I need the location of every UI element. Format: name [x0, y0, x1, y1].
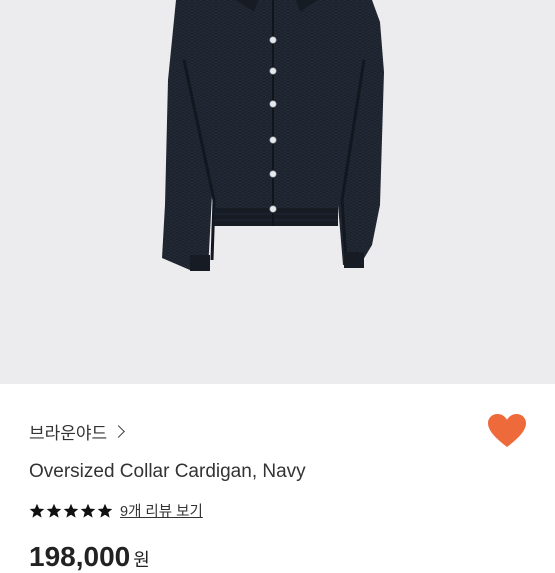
- brand-name: 브라운야드: [29, 424, 108, 443]
- star-icon: [63, 503, 79, 518]
- star-icon: [80, 503, 96, 518]
- star-icon: [97, 503, 113, 518]
- chevron-right-icon: [112, 425, 126, 438]
- star-rating: [29, 503, 113, 519]
- price: 198,000 원: [29, 541, 150, 573]
- product-image[interactable]: [0, 0, 555, 384]
- brand-link[interactable]: 브라운야드: [29, 419, 126, 444]
- star-icon: [29, 503, 45, 518]
- product-title: Oversized Collar Cardigan, Navy: [29, 461, 306, 482]
- price-unit: 원: [133, 550, 150, 570]
- review-link[interactable]: 9개 리뷰 보기: [120, 500, 203, 521]
- star-icon: [46, 503, 62, 518]
- cardigan-image: [162, 0, 384, 271]
- price-amount: 198,000: [29, 541, 131, 572]
- heart-icon[interactable]: [488, 414, 526, 448]
- rating-row: 9개 리뷰 보기: [29, 500, 203, 521]
